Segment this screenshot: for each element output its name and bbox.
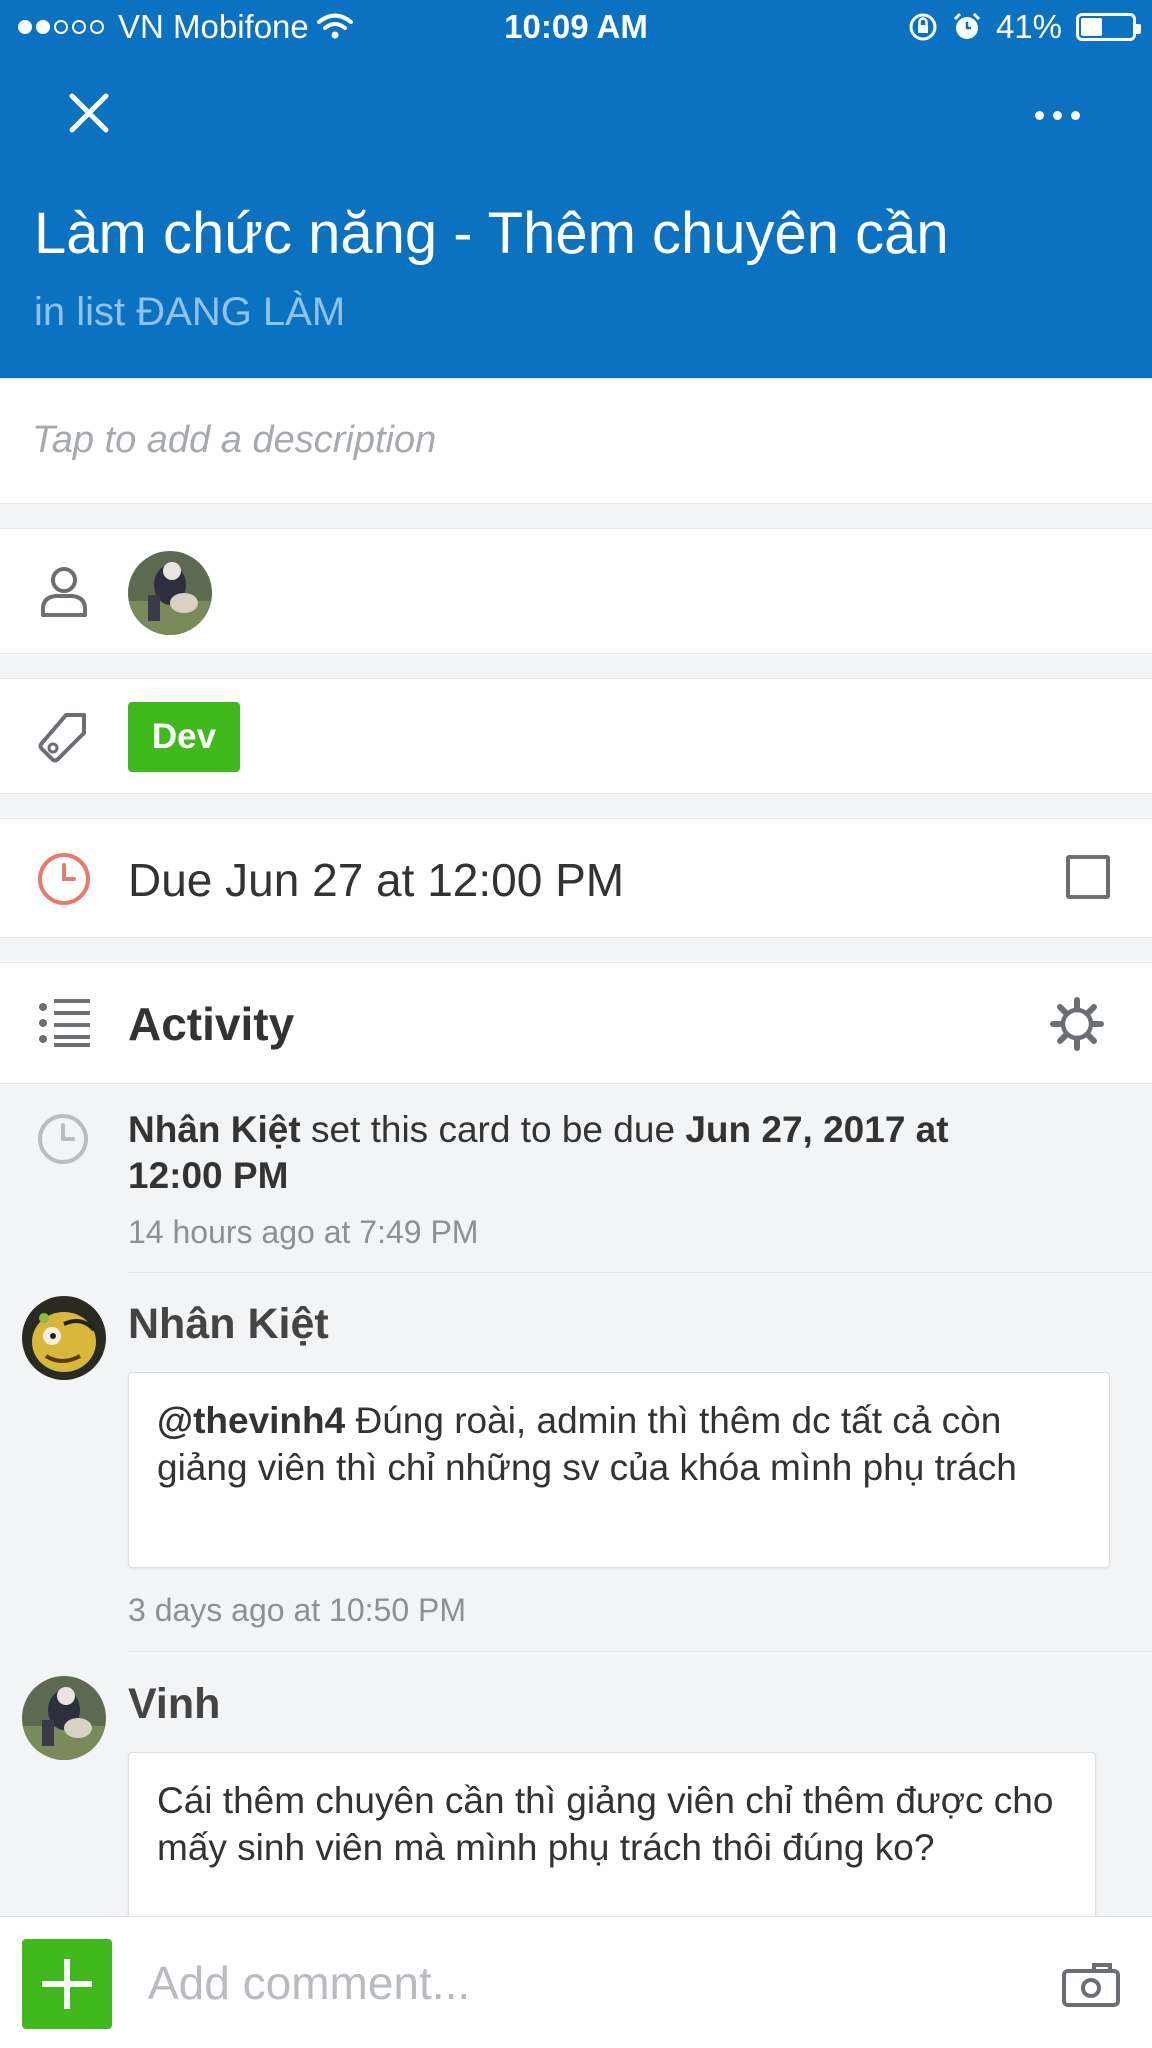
event-timestamp: 14 hours ago at 7:49 PM bbox=[128, 1214, 479, 1250]
due-complete-checkbox[interactable] bbox=[1066, 855, 1110, 899]
card-header: VN Mobifone 10:09 AM 41% Làm chức năng -… bbox=[0, 0, 1152, 378]
comment-author[interactable]: Nhân Kiệt bbox=[128, 1300, 329, 1349]
clock-icon bbox=[38, 853, 90, 905]
list-icon bbox=[39, 999, 90, 1047]
alarm-icon bbox=[953, 12, 980, 39]
members-section[interactable] bbox=[0, 528, 1152, 654]
comment-author[interactable]: Vinh bbox=[128, 1680, 220, 1729]
comment-input[interactable] bbox=[148, 1955, 1028, 2011]
battery-fill bbox=[1081, 18, 1102, 36]
comment-bar bbox=[0, 1916, 1152, 2048]
event-target-time: 12:00 PM bbox=[128, 1155, 289, 1196]
comment-mention[interactable]: @thevinh4 bbox=[157, 1400, 345, 1441]
divider bbox=[128, 1272, 1152, 1273]
description-section[interactable]: Tap to add a description bbox=[0, 378, 1152, 504]
activity-event-text: Nhân Kiệt set this card to be due Jun 27… bbox=[128, 1107, 1088, 1199]
labels-section[interactable]: Dev bbox=[0, 678, 1152, 794]
due-date-section[interactable]: Due Jun 27 at 12:00 PM bbox=[0, 818, 1152, 938]
comment-bubble[interactable]: Cái thêm chuyên cần thì giảng viên chỉ t… bbox=[128, 1752, 1096, 1916]
status-right: 41% bbox=[908, 8, 1141, 46]
comment-timestamp: 3 days ago at 10:50 PM bbox=[128, 1592, 466, 1628]
status-bar: VN Mobifone 10:09 AM 41% bbox=[0, 0, 1152, 58]
activity-title: Activity bbox=[128, 998, 295, 1050]
comment-bubble[interactable]: @thevinh4 Đúng roài, admin thì thêm dc t… bbox=[128, 1372, 1110, 1568]
description-placeholder[interactable]: Tap to add a description bbox=[32, 419, 436, 462]
due-date-text[interactable]: Due Jun 27 at 12:00 PM bbox=[128, 853, 624, 907]
camera-icon[interactable] bbox=[1060, 1959, 1122, 2009]
add-attachment-button[interactable] bbox=[22, 1939, 112, 2029]
commenter-avatar[interactable] bbox=[22, 1676, 106, 1760]
close-icon[interactable] bbox=[64, 88, 114, 138]
event-target-date: Jun 27, 2017 at bbox=[685, 1109, 949, 1150]
label-dev[interactable]: Dev bbox=[128, 702, 240, 772]
clock-icon bbox=[38, 1114, 88, 1164]
event-actor[interactable]: Nhân Kiệt bbox=[128, 1109, 301, 1150]
commenter-avatar[interactable] bbox=[22, 1296, 106, 1380]
member-avatar[interactable] bbox=[128, 551, 212, 635]
gear-icon[interactable] bbox=[1050, 997, 1104, 1051]
rotation-lock-icon bbox=[909, 13, 937, 41]
tag-icon bbox=[38, 713, 86, 763]
activity-header: Activity bbox=[0, 962, 1152, 1084]
battery-percent: 41% bbox=[995, 8, 1062, 45]
comment-text: Cái thêm chuyên cần thì giảng viên chỉ t… bbox=[157, 1780, 1054, 1868]
more-icon[interactable] bbox=[1035, 100, 1091, 130]
person-icon bbox=[41, 567, 87, 617]
card-title[interactable]: Làm chức năng - Thêm chuyên cần bbox=[34, 200, 949, 267]
card-list-label: in list ĐANG LÀM bbox=[34, 290, 346, 334]
battery-icon bbox=[1076, 13, 1141, 41]
event-action: set this card to be due bbox=[300, 1109, 686, 1150]
divider bbox=[128, 1651, 1152, 1652]
